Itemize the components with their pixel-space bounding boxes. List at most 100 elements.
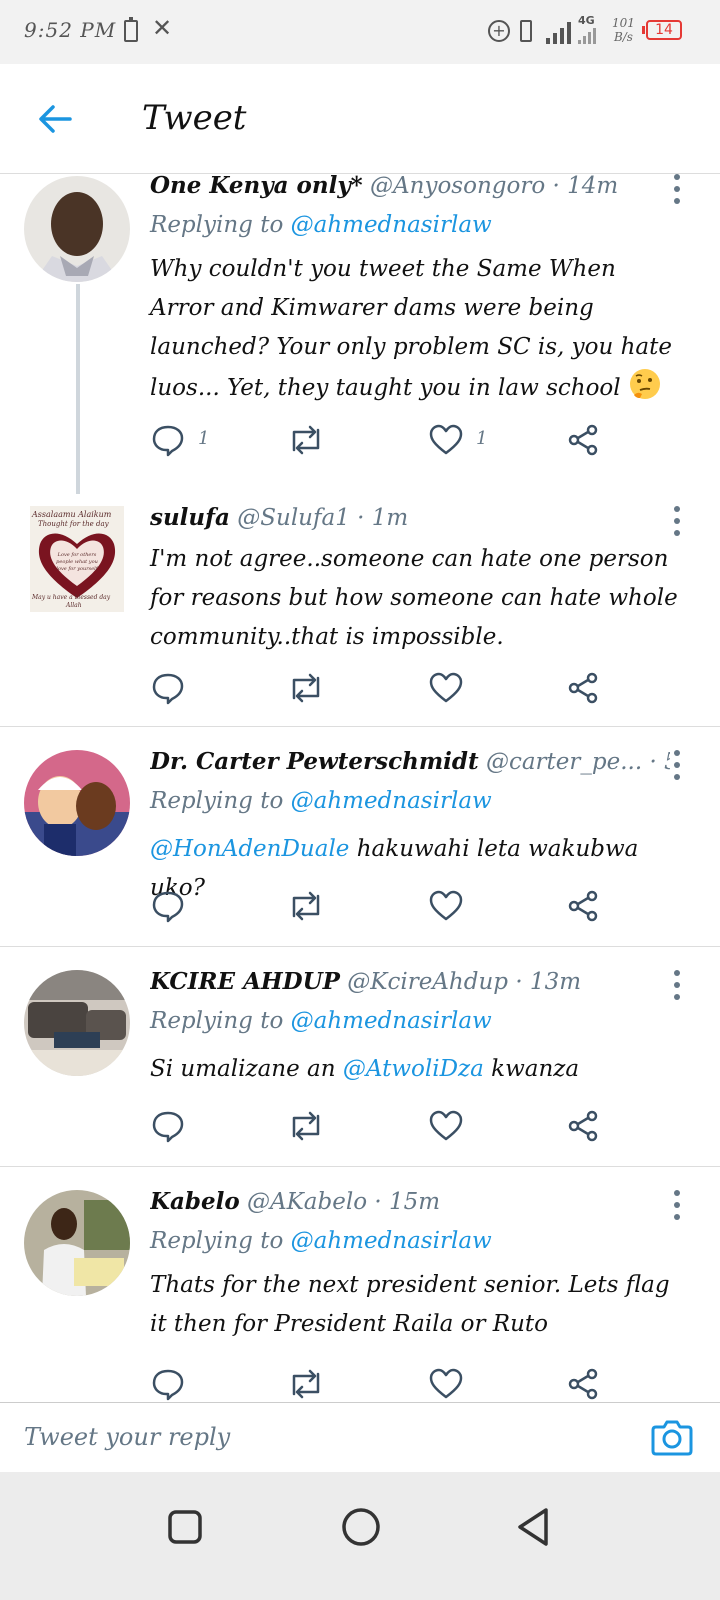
replying-handle-link[interactable]: @ahmednasirlaw <box>291 212 492 238</box>
retweet-icon <box>292 891 320 921</box>
author-name[interactable]: KCIRE AHDUP <box>150 968 340 995</box>
reply-icon <box>152 1111 184 1143</box>
like-button[interactable]: 1 <box>428 420 508 460</box>
vibrate-icon <box>520 20 532 42</box>
tweet-header: One Kenya only* @Anyosongoro · 14m <box>150 174 670 199</box>
tweet-item[interactable]: KCIRE AHDUP @KcireAhdup · 13m Replying t… <box>0 948 720 1167</box>
share-button[interactable] <box>566 1364 606 1402</box>
home-circle-icon[interactable] <box>336 1502 386 1552</box>
tweet-actions <box>150 1364 620 1402</box>
avatar[interactable] <box>24 1190 130 1296</box>
tweet-body: Thats for the next president senior. Let… <box>150 1266 680 1344</box>
avatar[interactable]: Assalaamu Alaikum Thought for the day Lo… <box>30 506 124 612</box>
author-handle[interactable]: @AKabelo <box>247 1189 367 1215</box>
avatar-text: Allah <box>66 602 82 609</box>
replying-prefix: Replying to <box>150 212 284 238</box>
retweet-button[interactable] <box>286 1106 326 1146</box>
like-button[interactable] <box>428 1364 468 1402</box>
reply-button[interactable] <box>150 886 190 926</box>
net-speed: 101 B/s <box>612 16 635 44</box>
reply-icon <box>152 425 184 457</box>
author-name[interactable]: Kabelo <box>150 1188 240 1215</box>
like-button[interactable] <box>428 668 468 708</box>
replying-prefix: Replying to <box>150 788 284 814</box>
more-options-icon[interactable] <box>672 506 682 536</box>
battery-charging-icon <box>124 17 138 42</box>
more-options-icon[interactable] <box>672 970 682 1000</box>
replying-handle-link[interactable]: @ahmednasirlaw <box>291 1008 492 1034</box>
reply-icon <box>152 891 184 923</box>
back-triangle-icon[interactable] <box>510 1502 560 1552</box>
back-arrow-icon[interactable] <box>36 100 74 138</box>
tweet-text: Si umalizane an <box>150 1056 343 1082</box>
like-icon <box>429 1368 463 1399</box>
thread-line <box>76 284 80 494</box>
replying-to: Replying to @ahmednasirlaw <box>150 788 492 814</box>
retweet-button[interactable] <box>286 1364 326 1402</box>
tweet-item[interactable]: One Kenya only* @Anyosongoro · 14m Reply… <box>0 174 720 494</box>
reply-composer: Tweet your reply <box>0 1402 720 1472</box>
tweet-item[interactable]: Kabelo @AKabelo · 15m Replying to @ahmed… <box>0 1168 720 1402</box>
share-button[interactable] <box>566 668 606 708</box>
battery-level: 14 <box>642 20 682 40</box>
replying-to: Replying to @ahmednasirlaw <box>150 1008 492 1034</box>
retweet-button[interactable] <box>286 420 326 460</box>
avatar[interactable] <box>24 970 130 1076</box>
mention-link[interactable]: @AtwoliDza <box>343 1056 484 1082</box>
more-options-icon[interactable] <box>672 174 682 204</box>
more-options-icon[interactable] <box>672 1190 682 1220</box>
reply-button[interactable]: 1 <box>150 420 230 460</box>
avatar[interactable] <box>24 176 130 282</box>
x-notification-icon: ✕ <box>152 14 173 42</box>
avatar[interactable] <box>24 750 130 856</box>
share-button[interactable] <box>566 886 606 926</box>
like-button[interactable] <box>428 1106 468 1146</box>
thinking-face-emoji-icon <box>629 369 660 399</box>
tweet-actions <box>150 668 620 708</box>
mention-link[interactable]: @HonAdenDuale <box>150 836 349 862</box>
reply-button[interactable] <box>150 1364 190 1402</box>
retweet-button[interactable] <box>286 668 326 708</box>
like-count: 1 <box>476 428 488 449</box>
signal-icon <box>546 18 576 44</box>
share-button[interactable] <box>566 420 606 460</box>
share-button[interactable] <box>566 1106 606 1146</box>
replying-handle-link[interactable]: @ahmednasirlaw <box>291 1228 492 1254</box>
tweet-text: kwanza <box>483 1056 580 1082</box>
more-options-icon[interactable] <box>672 750 682 780</box>
reply-button[interactable] <box>150 1106 190 1146</box>
avatar-text: Love for others people what you love for… <box>56 552 98 572</box>
camera-icon[interactable] <box>650 1417 694 1457</box>
like-button[interactable] <box>428 886 468 926</box>
avatar-text: Thought for the day <box>38 520 109 528</box>
retweet-button[interactable] <box>286 886 326 926</box>
reply-count: 1 <box>198 428 210 449</box>
reply-input[interactable]: Tweet your reply <box>24 1417 624 1457</box>
tweet-item[interactable]: Assalaamu Alaikum Thought for the day Lo… <box>0 494 720 727</box>
author-handle[interactable]: @Anyosongoro <box>370 174 545 199</box>
recents-square-icon[interactable] <box>160 1502 210 1552</box>
share-icon <box>568 1368 598 1400</box>
like-icon <box>429 424 463 455</box>
page-title: Tweet <box>142 98 247 138</box>
author-handle[interactable]: @KcireAhdup <box>347 969 508 995</box>
replying-handle-link[interactable]: @ahmednasirlaw <box>291 788 492 814</box>
retweet-icon <box>292 1369 320 1399</box>
tweet-text: Why couldn't you tweet the Same When Arr… <box>150 256 673 401</box>
status-time: 9:52 PM <box>24 18 117 42</box>
reply-button[interactable] <box>150 668 190 708</box>
author-handle[interactable]: @carter_pe... <box>486 749 642 775</box>
like-icon <box>429 672 463 703</box>
retweet-icon <box>292 1111 320 1141</box>
author-handle[interactable]: @Sulufa1 <box>237 505 350 531</box>
author-name[interactable]: Dr. Carter Pewterschmidt <box>150 748 479 775</box>
tweet-item[interactable]: Dr. Carter Pewterschmidt @carter_pe... ·… <box>0 728 720 947</box>
author-name[interactable]: sulufa <box>150 504 230 531</box>
replies-feed[interactable]: One Kenya only* @Anyosongoro · 14m Reply… <box>0 174 720 1402</box>
tweet-actions <box>150 886 620 926</box>
reply-icon <box>152 1369 184 1401</box>
tweet-header: sulufa @Sulufa1 · 1m <box>150 504 670 531</box>
retweet-icon <box>292 425 320 455</box>
share-icon <box>568 672 598 704</box>
author-name[interactable]: One Kenya only* <box>150 174 363 199</box>
